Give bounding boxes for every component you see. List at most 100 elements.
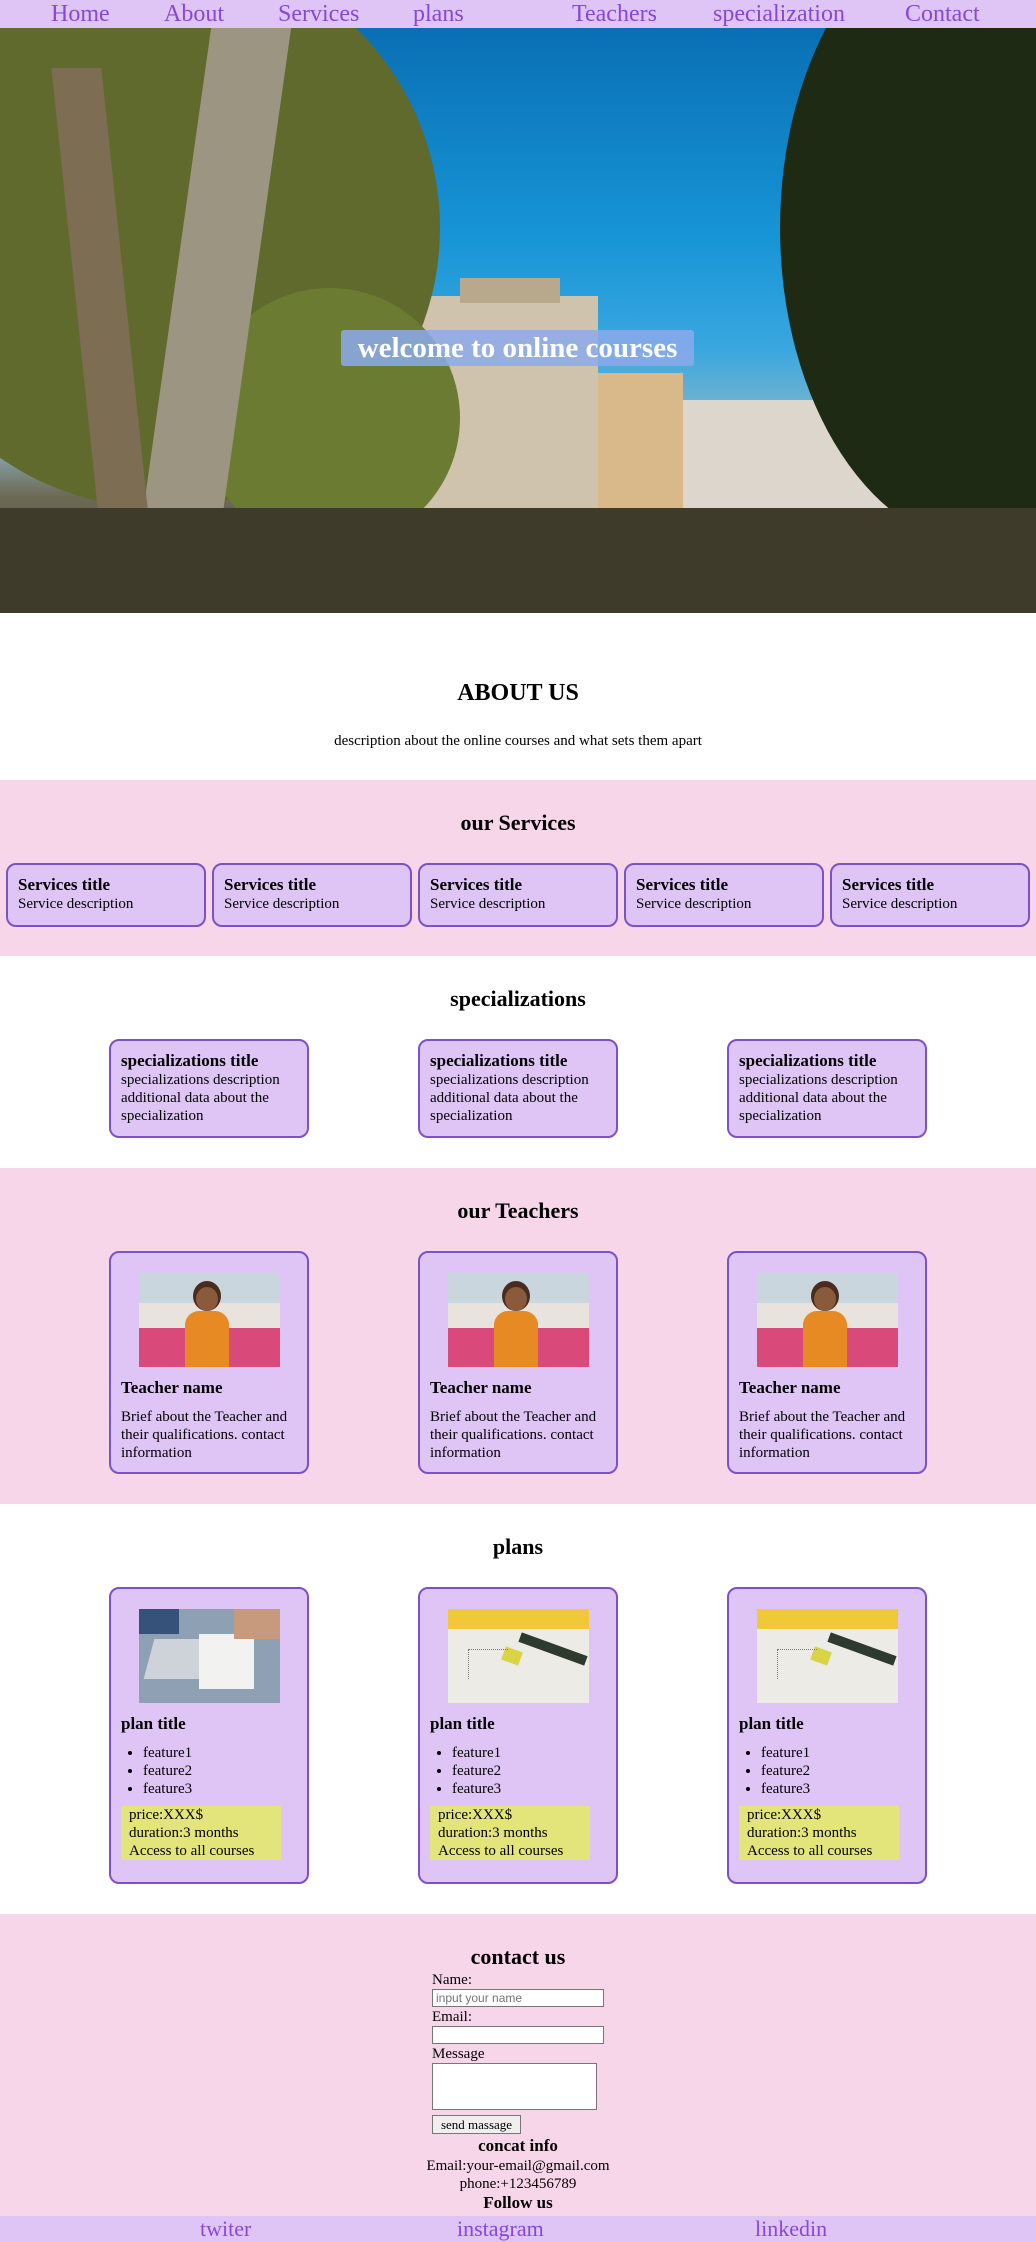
- service-title: Services title: [430, 875, 523, 894]
- plan-duration: duration:3 months: [438, 1825, 548, 1841]
- nav-teachers-link[interactable]: Teachers: [572, 0, 657, 28]
- plan-feature: feature1: [452, 1744, 606, 1762]
- plan-card: plan title feature1 feature2 feature3 pr…: [109, 1587, 309, 1884]
- plan-photo: [756, 1609, 898, 1703]
- plan-feature: feature3: [452, 1780, 606, 1798]
- plan-price: price:XXX$: [438, 1807, 513, 1823]
- plan-feature: feature1: [143, 1744, 297, 1762]
- services-title: our Services: [460, 810, 576, 835]
- nav-services-link[interactable]: Services: [278, 0, 359, 28]
- service-title: Services title: [636, 875, 729, 894]
- teachers-section: our Teachers Teacher name Brief about th…: [0, 1168, 1036, 1504]
- plan-title: plan title: [739, 1714, 804, 1733]
- specialization-title: specializations title: [739, 1051, 877, 1070]
- service-card: Services title Service description: [6, 863, 206, 927]
- teachers-title: our Teachers: [457, 1198, 579, 1223]
- specialization-card: specializations title specializations de…: [109, 1039, 309, 1138]
- specialization-description: specializations description additional d…: [739, 1072, 898, 1124]
- plan-feature: feature1: [761, 1744, 915, 1762]
- specialization-description: specializations description additional d…: [121, 1072, 280, 1124]
- services-section: our Services Services title Service desc…: [0, 780, 1036, 956]
- hero-banner: welcome to online courses: [0, 28, 1036, 613]
- plan-access: Access to all courses: [747, 1843, 873, 1859]
- service-title: Services title: [18, 875, 111, 894]
- plan-feature: feature3: [143, 1780, 297, 1798]
- plan-title: plan title: [121, 1714, 186, 1733]
- linkedin-link[interactable]: linkedin: [755, 2216, 827, 2242]
- contact-email: Email:your-email@gmail.com: [426, 2158, 610, 2174]
- service-description: Service description: [18, 896, 134, 912]
- teacher-photo: [447, 1273, 589, 1367]
- hero-ground: [0, 508, 1036, 613]
- nav-home-link[interactable]: Home: [51, 0, 110, 28]
- instagram-link[interactable]: instagram: [457, 2216, 544, 2242]
- plan-card: plan title feature1 feature2 feature3 pr…: [727, 1587, 927, 1884]
- plan-access: Access to all courses: [438, 1843, 564, 1859]
- teacher-name: Teacher name: [121, 1378, 223, 1397]
- teacher-brief: Brief about the Teacher and their qualif…: [739, 1409, 906, 1461]
- plan-duration: duration:3 months: [129, 1825, 239, 1841]
- service-description: Service description: [842, 896, 958, 912]
- contact-title: contact us: [470, 1944, 566, 1969]
- plan-features: feature1 feature2 feature3: [121, 1744, 297, 1798]
- about-description: description about the online courses and…: [334, 733, 702, 749]
- plan-feature: feature2: [143, 1762, 297, 1780]
- teacher-brief: Brief about the Teacher and their qualif…: [121, 1409, 288, 1461]
- plan-duration: duration:3 months: [747, 1825, 857, 1841]
- specialization-card: specializations title specializations de…: [727, 1039, 927, 1138]
- message-textarea[interactable]: [432, 2063, 597, 2110]
- hero-building-roof: [460, 278, 560, 303]
- hero-building-mid: [598, 373, 683, 513]
- message-label: Message: [432, 2046, 485, 2062]
- plan-feature: feature3: [761, 1780, 915, 1798]
- social-footer: twiter instagram linkedin: [0, 2216, 1036, 2242]
- teacher-brief: Brief about the Teacher and their qualif…: [430, 1409, 597, 1461]
- name-label: Name:: [432, 1972, 472, 1988]
- plan-card: plan title feature1 feature2 feature3 pr…: [418, 1587, 618, 1884]
- twitter-link[interactable]: twiter: [200, 2216, 251, 2242]
- follow-us-title: Follow us: [483, 2193, 553, 2212]
- contact-section: contact us Name: Email: Message send mas…: [0, 1914, 1036, 2216]
- top-navbar: Home About Services plans Teachers speci…: [0, 0, 1036, 28]
- teacher-card: Teacher name Brief about the Teacher and…: [727, 1251, 927, 1474]
- plan-title: plan title: [430, 1714, 495, 1733]
- nav-plans-link[interactable]: plans: [413, 0, 464, 28]
- service-title: Services title: [842, 875, 935, 894]
- plan-access: Access to all courses: [129, 1843, 255, 1859]
- specialization-card: specializations title specializations de…: [418, 1039, 618, 1138]
- plan-features: feature1 feature2 feature3: [430, 1744, 606, 1798]
- teacher-card: Teacher name Brief about the Teacher and…: [109, 1251, 309, 1474]
- nav-contact-link[interactable]: Contact: [905, 0, 980, 28]
- email-label: Email:: [432, 2009, 472, 2025]
- service-description: Service description: [430, 896, 546, 912]
- hero-title: welcome to online courses: [341, 330, 694, 366]
- nav-specialization-link[interactable]: specialization: [713, 0, 845, 28]
- service-card: Services title Service description: [418, 863, 618, 927]
- service-card: Services title Service description: [830, 863, 1030, 927]
- plan-features: feature1 feature2 feature3: [739, 1744, 915, 1798]
- nav-about-link[interactable]: About: [164, 0, 224, 28]
- service-card: Services title Service description: [624, 863, 824, 927]
- service-description: Service description: [224, 896, 340, 912]
- specialization-title: specializations title: [430, 1051, 568, 1070]
- plan-feature: feature2: [452, 1762, 606, 1780]
- plan-price: price:XXX$: [129, 1807, 204, 1823]
- teacher-photo: [138, 1273, 280, 1367]
- contact-phone: phone:+123456789: [459, 2176, 577, 2192]
- teacher-name: Teacher name: [430, 1378, 532, 1397]
- plan-photo: [138, 1609, 280, 1703]
- plan-price-box: price:XXX$ duration:3 months Access to a…: [739, 1806, 899, 1860]
- name-input[interactable]: [432, 1989, 604, 2007]
- plans-title: plans: [492, 1534, 544, 1559]
- teacher-card: Teacher name Brief about the Teacher and…: [418, 1251, 618, 1474]
- about-title: ABOUT US: [457, 680, 579, 706]
- plan-price-box: price:XXX$ duration:3 months Access to a…: [430, 1806, 590, 1860]
- plan-photo: [447, 1609, 589, 1703]
- specialization-description: specializations description additional d…: [430, 1072, 589, 1124]
- plan-price-box: price:XXX$ duration:3 months Access to a…: [121, 1806, 281, 1860]
- service-description: Service description: [636, 896, 752, 912]
- teacher-photo: [756, 1273, 898, 1367]
- service-card: Services title Service description: [212, 863, 412, 927]
- send-message-button[interactable]: send massage: [432, 2115, 521, 2134]
- email-input[interactable]: [432, 2026, 604, 2044]
